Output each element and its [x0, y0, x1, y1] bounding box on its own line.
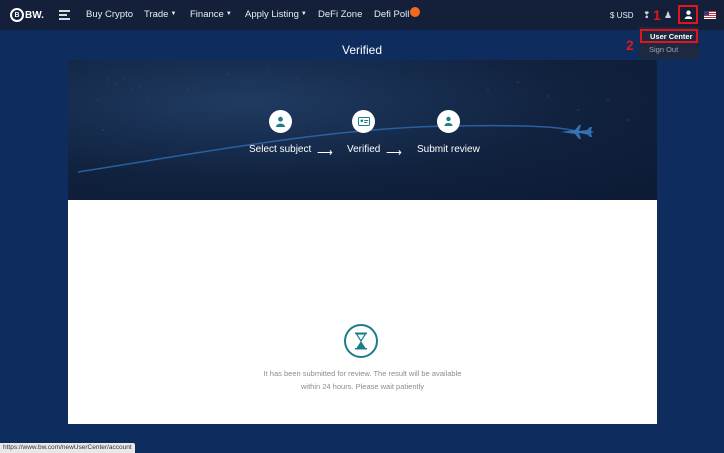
nav-apply-listing[interactable]: Apply Listing ▼	[245, 9, 307, 20]
notification-icon[interactable]: ❢	[643, 10, 651, 21]
review-message: It has been submitted for review. The re…	[68, 368, 657, 393]
review-status-panel: It has been submitted for review. The re…	[68, 200, 657, 424]
status-bar-url: https://www.bw.com/newUserCenter/account	[0, 443, 135, 453]
nav-defi-poll[interactable]: Defi Poll	[374, 7, 421, 20]
review-message-line: within 24 hours. Please wait patiently	[301, 381, 424, 391]
top-nav: B BW. Buy Crypto Trade ▼ Finance ▼ Apply L…	[0, 0, 724, 30]
step-label: Submit review	[417, 144, 480, 155]
user-account-button[interactable]	[678, 5, 698, 24]
caret-down-icon: ▼	[225, 11, 232, 18]
id-card-icon	[352, 110, 376, 133]
nav-finance[interactable]: Finance ▼	[190, 9, 232, 20]
step-select-subject: Select subject	[249, 110, 311, 155]
review-message-line: It has been submitted for review. The re…	[263, 369, 462, 378]
user-upload-icon	[436, 110, 460, 133]
currency-selector[interactable]: $ USD	[610, 11, 634, 20]
logo[interactable]: B BW.	[10, 8, 44, 22]
download-icon[interactable]: ♟	[664, 10, 672, 21]
hourglass-icon	[344, 324, 378, 358]
step-verified: Verified	[347, 110, 380, 155]
caret-down-icon: ▼	[170, 11, 177, 18]
user-center-menu-item[interactable]: User Center	[640, 29, 698, 43]
nav-buy-crypto[interactable]: Buy Crypto	[86, 9, 133, 20]
page-title: Verified	[341, 43, 383, 57]
hot-badge-icon	[410, 7, 421, 18]
step-label: Verified	[347, 144, 381, 155]
menu-icon[interactable]	[59, 10, 70, 20]
nav-trade[interactable]: Trade ▼	[144, 9, 176, 20]
verification-steps-banner: Select subject ⟶ Verified ⟶ Submit revie…	[68, 60, 657, 200]
step-label: Select subject	[249, 144, 312, 155]
us-flag-icon[interactable]	[704, 11, 716, 19]
user-icon	[684, 10, 692, 19]
logo-text: BW.	[25, 9, 44, 21]
logo-icon: B	[10, 8, 24, 22]
arrow-right-icon: ⟶	[317, 147, 333, 159]
annotation-marker-1: 1	[653, 7, 661, 23]
caret-down-icon: ▼	[300, 11, 307, 18]
nav-defi-zone[interactable]: DeFi Zone	[318, 9, 362, 20]
arrow-right-icon: ⟶	[386, 147, 402, 159]
person-icon	[268, 110, 292, 133]
step-submit-review: Submit review	[417, 110, 480, 155]
